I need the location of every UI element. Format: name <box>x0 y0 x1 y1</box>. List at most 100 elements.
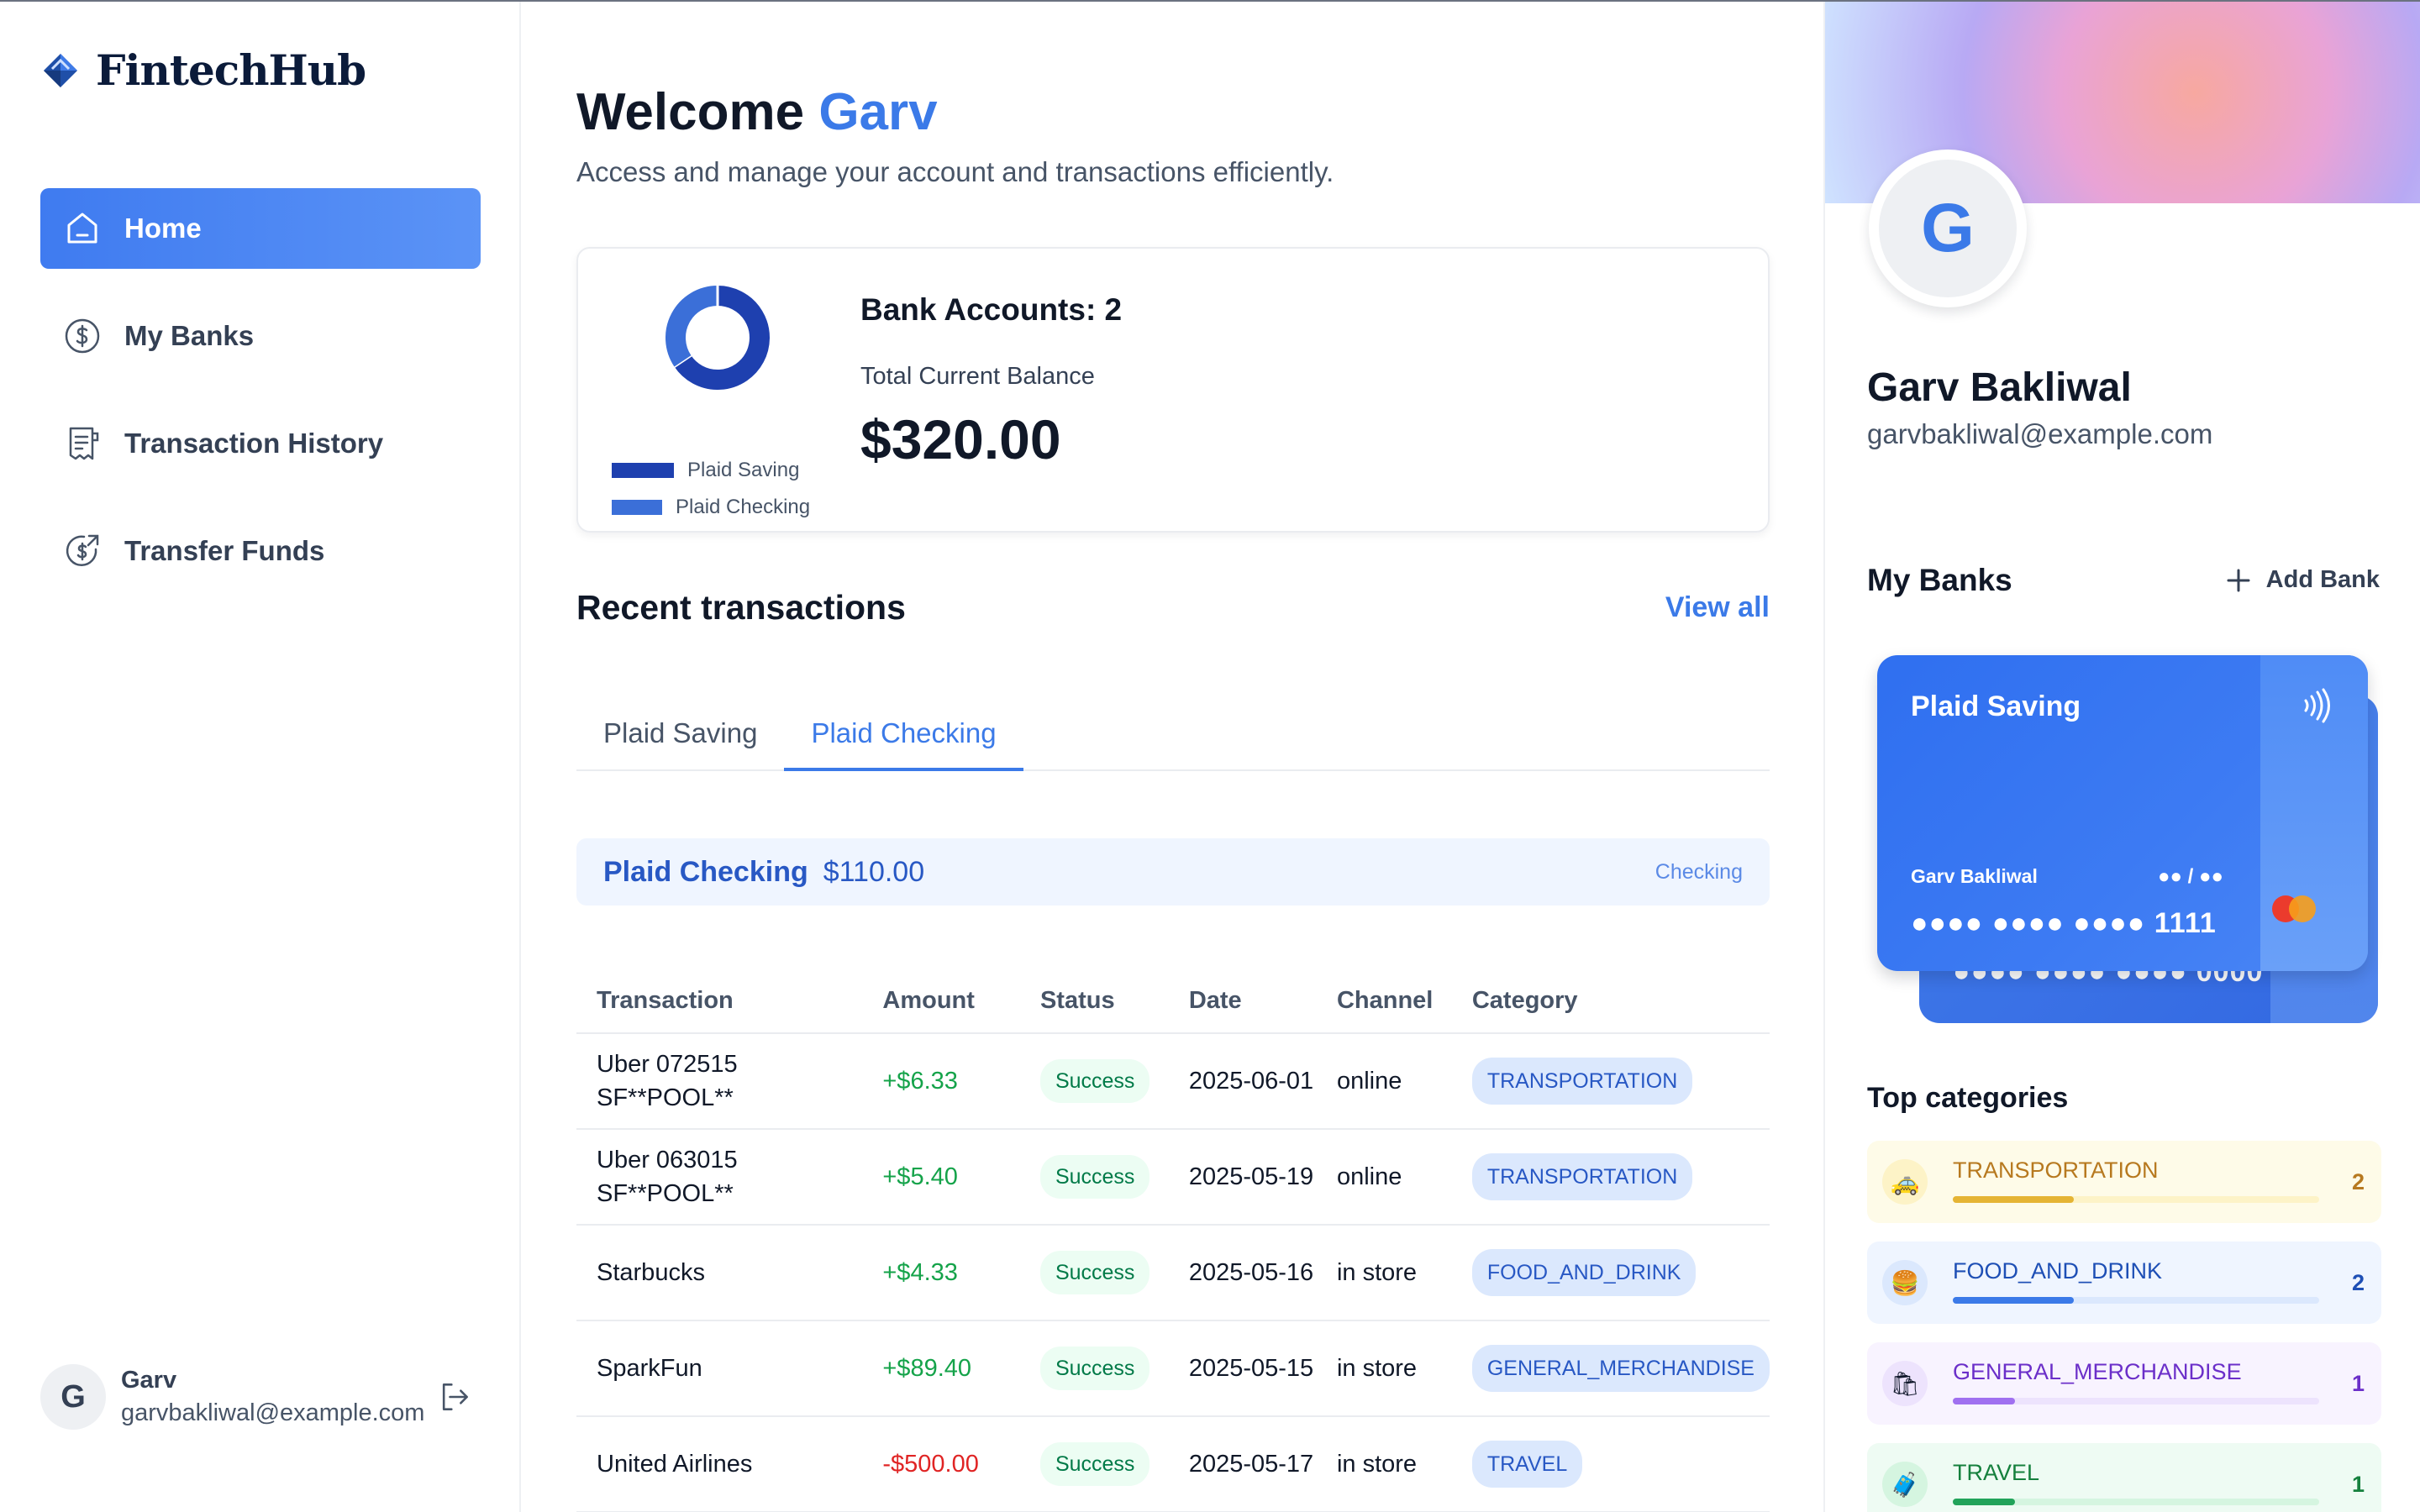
card-bank-name: Plaid Saving <box>1911 690 2081 722</box>
transaction-date: 2025-05-17 <box>1188 1451 1314 1478</box>
transaction-date: 2025-05-19 <box>1188 1163 1314 1190</box>
legend-label: Plaid Checking <box>676 496 811 518</box>
brand-logo[interactable]: FintechHub <box>40 45 366 95</box>
transaction-amount: +$6.33 <box>882 1068 958 1095</box>
table-row[interactable]: Uber 063015 SF**POOL** +$5.40 Success 2025-… <box>576 1129 1770 1226</box>
transactions-table: Transaction Amount Status Date Channel C… <box>576 969 1770 1512</box>
category-progress-fill <box>1953 1499 2016 1505</box>
category-item[interactable]: 🚕 TRANSPORTATION 2 <box>1867 1141 2381 1223</box>
table-cell: online <box>1316 1129 1452 1226</box>
total-balance-card: Plaid Saving Plaid Checking Bank Account… <box>576 247 1770 533</box>
table-cell: +$6.33 <box>862 1033 1020 1130</box>
category-item[interactable]: 🛍 GENERAL_MERCHANDISE 1 <box>1867 1342 2381 1425</box>
category-progress <box>1953 1499 2319 1505</box>
sidebar-item-label: Transfer Funds <box>124 535 325 566</box>
add-bank-button[interactable]: Add Bank <box>2226 566 2380 594</box>
transaction-channel: in store <box>1336 1259 1418 1286</box>
table-cell: United Airlines <box>576 1416 863 1512</box>
bank-accounts-count: Bank Accounts: 2 <box>860 292 1123 327</box>
column-header: Category <box>1451 969 1770 1034</box>
category-count: 1 <box>2351 1472 2365 1497</box>
column-header: Date <box>1168 969 1317 1034</box>
column-header: Channel <box>1316 969 1452 1034</box>
welcome-user-name: Garv <box>818 83 938 141</box>
category-name: GENERAL_MERCHANDISE <box>1953 1359 2242 1384</box>
table-cell: +$5.40 <box>862 1129 1020 1226</box>
category-icon: 🍔 <box>1882 1260 1928 1305</box>
footer-user-email: garvbakliwal@example.com <box>121 1399 425 1426</box>
selected-account-banner[interactable]: Plaid Checking $110.00 Checking <box>576 838 1770 906</box>
sidebar-item-transaction-history[interactable]: Transaction History <box>40 403 481 484</box>
table-cell: TRANSPORTATION <box>1451 1033 1770 1130</box>
category-progress <box>1953 1297 2319 1304</box>
table-cell: GENERAL_MERCHANDISE <box>1451 1320 1770 1417</box>
transaction-amount: +$89.40 <box>882 1355 972 1382</box>
table-row[interactable]: Starbucks +$4.33 Success 2025-05-16 in store… <box>576 1225 1770 1321</box>
logout-icon[interactable] <box>436 1378 473 1415</box>
sidebar-item-transfer-funds[interactable]: Transfer Funds <box>40 511 481 591</box>
legend-item-plaid-saving: Plaid Saving <box>612 452 813 489</box>
table-cell: in store <box>1316 1225 1452 1321</box>
contactless-icon <box>2304 688 2330 723</box>
top-categories-title: Top categories <box>1867 1082 2069 1114</box>
transaction-date: 2025-06-01 <box>1188 1068 1314 1095</box>
table-cell: 2025-05-17 <box>1168 1416 1317 1512</box>
table-cell: -$500.00 <box>862 1416 1020 1512</box>
status-badge: Success <box>1039 1155 1150 1199</box>
app-root: FintechHub Home My Banks Transaction His… <box>0 0 2420 1512</box>
tab-plaid-saving[interactable]: Plaid Saving <box>576 699 784 771</box>
transaction-date: 2025-05-15 <box>1188 1355 1314 1382</box>
profile-email: garvbakliwal@example.com <box>1867 418 2213 449</box>
donut-slice <box>666 286 718 367</box>
category-progress <box>1953 1398 2319 1404</box>
category-badge: TRAVEL <box>1471 1441 1583 1488</box>
category-icon: 🧳 <box>1882 1462 1928 1507</box>
table-cell: Uber 063015 SF**POOL** <box>576 1129 863 1226</box>
sidebar: FintechHub Home My Banks Transaction His… <box>0 2 521 1512</box>
sidebar-item-my-banks[interactable]: My Banks <box>40 296 481 376</box>
category-progress-fill <box>1953 1196 2074 1203</box>
table-cell: TRAVEL <box>1451 1416 1770 1512</box>
transaction-channel: online <box>1336 1068 1402 1095</box>
category-count: 2 <box>2351 1270 2365 1295</box>
category-icon: 🚕 <box>1882 1159 1928 1205</box>
table-cell: Uber 072515 SF**POOL** <box>576 1033 863 1130</box>
transaction-name: Uber 072515 SF**POOL** <box>597 1051 738 1111</box>
table-row[interactable]: Uber 072515 SF**POOL** +$6.33 Success 2025-… <box>576 1033 1770 1130</box>
transfer-icon <box>66 534 99 566</box>
account-name: Plaid Checking <box>603 855 808 888</box>
category-badge: GENERAL_MERCHANDISE <box>1471 1345 1770 1392</box>
column-header: Status <box>1019 969 1169 1034</box>
welcome-text: Welcome <box>576 83 805 141</box>
table-cell: +$89.40 <box>862 1320 1020 1417</box>
category-item[interactable]: 🧳 TRAVEL 1 <box>1867 1443 2381 1512</box>
table-row[interactable]: SparkFun +$89.40 Success 2025-05-15 in store… <box>576 1320 1770 1417</box>
table-cell: SparkFun <box>576 1320 863 1417</box>
sidebar-nav: Home My Banks Transaction History Transf… <box>40 188 481 618</box>
total-balance-value: $320.00 <box>860 408 1061 470</box>
legend-swatch <box>612 500 662 515</box>
profile-avatar[interactable]: G <box>1869 150 2027 307</box>
receipt-icon <box>69 427 99 460</box>
view-all-link[interactable]: View all <box>1665 591 1770 624</box>
table-cell: in store <box>1316 1416 1452 1512</box>
legend-swatch <box>612 463 674 478</box>
table-cell: online <box>1316 1033 1452 1130</box>
table-header-row: Transaction Amount Status Date Channel C… <box>576 969 1770 1034</box>
transaction-amount: +$4.33 <box>882 1259 958 1286</box>
table-cell: in store <box>1316 1320 1452 1417</box>
bank-tabs: Plaid Saving Plaid Checking <box>576 699 1770 771</box>
sidebar-item-home[interactable]: Home <box>40 188 481 269</box>
category-badge: TRANSPORTATION <box>1471 1058 1693 1105</box>
avatar[interactable]: G <box>40 1364 106 1430</box>
legend-item-plaid-checking: Plaid Checking <box>612 489 813 526</box>
tab-plaid-checking[interactable]: Plaid Checking <box>784 699 1023 771</box>
table-cell: Success <box>1019 1416 1169 1512</box>
sidebar-item-label: Home <box>124 213 202 244</box>
profile-panel: G Garv Bakliwal garvbakliwal@example.com… <box>1823 2 2420 1512</box>
table-cell: 2025-05-15 <box>1168 1320 1317 1417</box>
category-item[interactable]: 🍔 FOOD_AND_DRINK 2 <box>1867 1242 2381 1324</box>
balance-info: Bank Accounts: 2 Total Current Balance $… <box>860 292 1122 471</box>
bank-card-plaid-saving[interactable]: Plaid Saving Garv Bakliwal ●● / ●● ●●●● … <box>1877 655 2368 971</box>
table-row[interactable]: United Airlines -$500.00 Success 2025-05-17… <box>576 1416 1770 1512</box>
